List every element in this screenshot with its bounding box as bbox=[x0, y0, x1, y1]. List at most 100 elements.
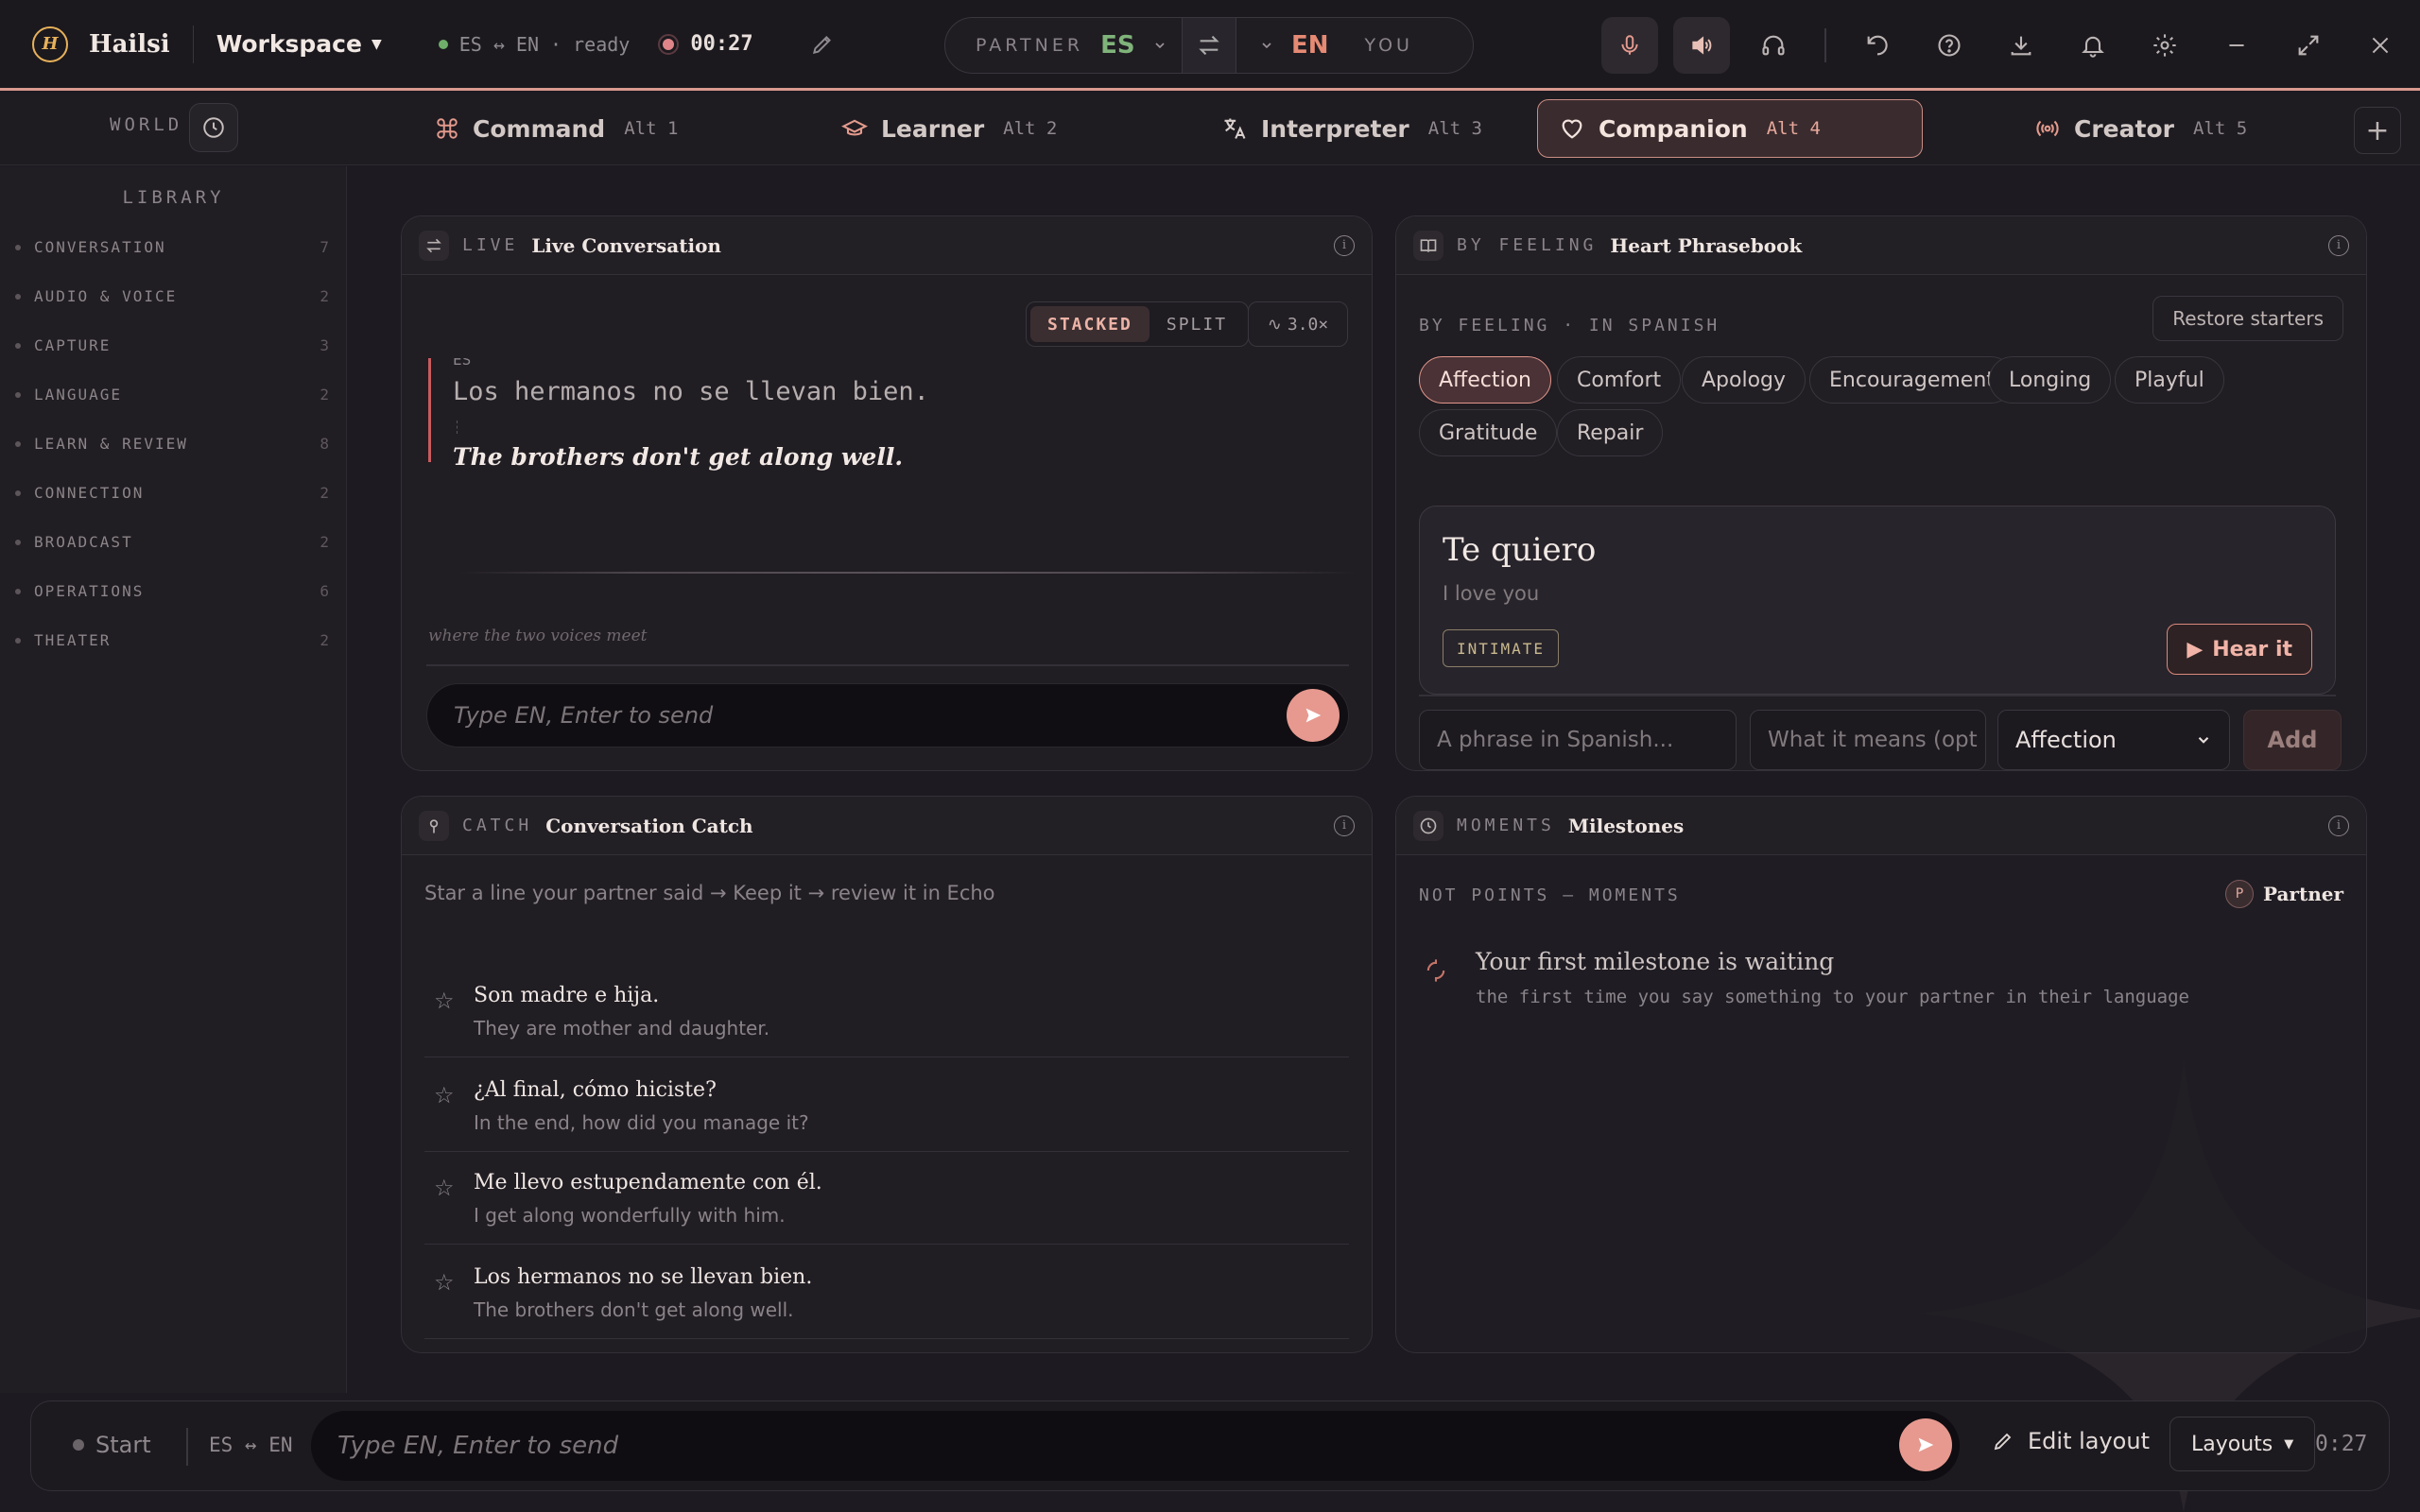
library-item-conversation[interactable]: CONVERSATION 7 bbox=[15, 238, 329, 256]
workspace-menu[interactable]: Workspace ▼ bbox=[216, 30, 382, 58]
catch-item: ☆ Son madre e hija. They are mother and da… bbox=[424, 965, 1349, 1057]
info-icon[interactable]: i bbox=[2328, 815, 2349, 836]
panel-tag: BY FEELING bbox=[1457, 235, 1598, 255]
workspace-label: Workspace bbox=[216, 30, 362, 58]
library-item-learn-review[interactable]: LEARN & REVIEW 8 bbox=[15, 435, 329, 453]
star-icon[interactable]: ☆ bbox=[434, 1269, 455, 1296]
microphone-button[interactable] bbox=[1601, 17, 1658, 74]
translate-icon bbox=[1221, 115, 1248, 142]
library-item-language[interactable]: LANGUAGE 2 bbox=[15, 386, 329, 404]
help-button[interactable] bbox=[1921, 17, 1978, 74]
caret-down-icon: ▼ bbox=[371, 36, 382, 52]
minimize-button[interactable] bbox=[2208, 17, 2265, 74]
edit-layout-button[interactable]: Edit layout bbox=[1992, 1428, 2150, 1454]
library-item-label: THEATER bbox=[34, 631, 112, 649]
library-item-count: 3 bbox=[320, 336, 329, 354]
status-dot bbox=[438, 39, 448, 49]
status-dot bbox=[73, 1439, 84, 1451]
speaker-icon bbox=[1689, 33, 1714, 58]
notifications-button[interactable] bbox=[2065, 17, 2121, 74]
library-item-broadcast[interactable]: BROADCAST 2 bbox=[15, 533, 329, 551]
chip-comfort[interactable]: Comfort bbox=[1557, 356, 1682, 404]
library-item-count: 2 bbox=[320, 484, 329, 502]
feeling-select[interactable]: Affection bbox=[1997, 710, 2230, 770]
settings-button[interactable] bbox=[2136, 17, 2193, 74]
chip-playful[interactable]: Playful bbox=[2115, 356, 2224, 404]
library-item-count: 2 bbox=[320, 631, 329, 649]
library-item-capture[interactable]: CAPTURE 3 bbox=[15, 336, 329, 354]
conversation-input[interactable]: Type EN, Enter to send bbox=[426, 683, 1349, 747]
bullet-icon bbox=[15, 539, 21, 545]
info-icon[interactable]: i bbox=[2328, 234, 2349, 256]
chip-apology[interactable]: Apology bbox=[1682, 356, 1806, 404]
divider bbox=[186, 1428, 188, 1466]
library-item-audio-voice[interactable]: AUDIO & VOICE 2 bbox=[15, 287, 329, 305]
tab-label: Learner bbox=[881, 114, 985, 143]
send-icon bbox=[1915, 1435, 1936, 1455]
heart-icon bbox=[1559, 115, 1585, 142]
swap-languages-button[interactable] bbox=[1182, 18, 1236, 73]
tab-companion[interactable]: Companion Alt 4 bbox=[1537, 99, 1923, 158]
library-item-theater[interactable]: THEATER 2 bbox=[15, 631, 329, 649]
info-icon[interactable]: i bbox=[1334, 234, 1355, 256]
footer-send-button[interactable] bbox=[1899, 1418, 1952, 1471]
speaker-button[interactable] bbox=[1673, 17, 1730, 74]
undo-button[interactable] bbox=[1849, 17, 1906, 74]
bullet-icon bbox=[15, 293, 21, 300]
layouts-dropdown[interactable]: Layouts ▼ bbox=[2169, 1417, 2316, 1471]
tab-learner[interactable]: Learner Alt 2 bbox=[821, 99, 1078, 158]
tab-interpreter[interactable]: Interpreter Alt 3 bbox=[1201, 99, 1503, 158]
star-icon[interactable]: ☆ bbox=[434, 988, 455, 1014]
toolbar bbox=[1601, 17, 2409, 74]
undo-icon bbox=[1864, 32, 1891, 59]
footer-message-input[interactable]: Type EN, Enter to send bbox=[311, 1411, 1960, 1481]
panel-tag: CATCH bbox=[462, 816, 533, 835]
phrase-text: Te quiero bbox=[1443, 531, 1597, 569]
tab-creator[interactable]: Creator Alt 5 bbox=[2014, 99, 2268, 158]
tab-label: Companion bbox=[1599, 114, 1748, 143]
world-clock-button[interactable] bbox=[189, 103, 238, 152]
meaning-input[interactable]: What it means (opt bbox=[1750, 710, 1986, 770]
partner-toggle[interactable]: P Partner bbox=[2224, 880, 2343, 908]
restore-starters-button[interactable]: Restore starters bbox=[2152, 296, 2343, 341]
phrasebook-subtitle: BY FEELING · IN SPANISH bbox=[1419, 316, 1720, 335]
bullet-icon bbox=[15, 342, 21, 349]
chevron-down-icon bbox=[2195, 731, 2212, 748]
catch-translation: The brothers don't get along well. bbox=[474, 1298, 794, 1321]
divider bbox=[1419, 695, 2336, 696]
library-item-operations[interactable]: OPERATIONS 6 bbox=[15, 582, 329, 600]
headphones-button[interactable] bbox=[1745, 17, 1802, 74]
info-icon[interactable]: i bbox=[1334, 815, 1355, 836]
partner-language-select[interactable]: PARTNER ES bbox=[945, 18, 1182, 73]
library-item-label: LEARN & REVIEW bbox=[34, 435, 188, 453]
start-button[interactable]: Start bbox=[73, 1432, 151, 1458]
chip-affection[interactable]: Affection bbox=[1419, 356, 1551, 404]
chip-gratitude[interactable]: Gratitude bbox=[1419, 409, 1558, 456]
you-language-select[interactable]: EN YOU bbox=[1236, 18, 1413, 73]
split-mode-button[interactable]: SPLIT bbox=[1150, 306, 1244, 342]
tab-hotkey: Alt 4 bbox=[1766, 118, 1821, 139]
phrase-input[interactable]: A phrase in Spanish... bbox=[1419, 710, 1737, 770]
chip-repair[interactable]: Repair bbox=[1557, 409, 1664, 456]
download-button[interactable] bbox=[1993, 17, 2049, 74]
add-tab-button[interactable]: + bbox=[2354, 107, 2401, 154]
playback-speed-button[interactable]: ∿ 3.0× bbox=[1248, 301, 1348, 347]
chip-encouragement[interactable]: Encouragement bbox=[1809, 356, 2014, 404]
library-item-label: CONNECTION bbox=[34, 484, 145, 502]
expand-button[interactable] bbox=[2280, 17, 2337, 74]
star-icon[interactable]: ☆ bbox=[434, 1175, 455, 1201]
tab-command[interactable]: Command Alt 1 bbox=[414, 99, 699, 158]
broadcast-icon bbox=[2034, 115, 2061, 142]
add-phrase-button[interactable]: Add bbox=[2243, 710, 2342, 770]
close-button[interactable] bbox=[2352, 17, 2409, 74]
chip-longing[interactable]: Longing bbox=[1989, 356, 2112, 404]
elapsed-time: 0:27 bbox=[2315, 1432, 2368, 1456]
hear-it-button[interactable]: ▶ Hear it bbox=[2167, 624, 2312, 675]
library-item-label: OPERATIONS bbox=[34, 582, 145, 600]
pencil-icon[interactable] bbox=[810, 32, 835, 57]
library-item-connection[interactable]: CONNECTION 2 bbox=[15, 484, 329, 502]
stacked-mode-button[interactable]: STACKED bbox=[1030, 306, 1150, 342]
star-icon[interactable]: ☆ bbox=[434, 1082, 455, 1108]
send-button[interactable] bbox=[1287, 689, 1340, 742]
record-icon[interactable] bbox=[658, 33, 680, 55]
